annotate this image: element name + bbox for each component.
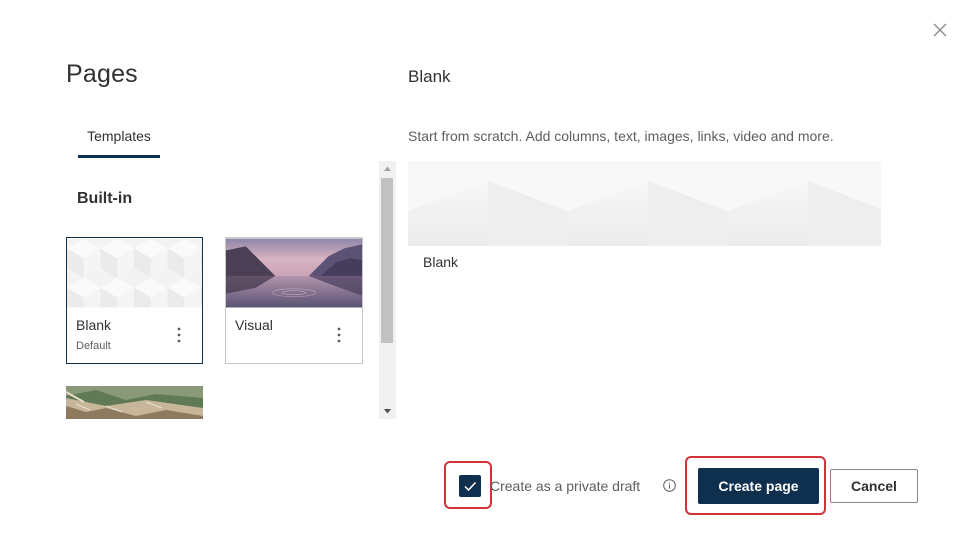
templates-scrollbar[interactable] (379, 161, 396, 419)
more-vertical-icon (177, 327, 181, 343)
tab-selected-indicator (78, 155, 160, 158)
template-thumbnail-third (66, 386, 203, 419)
section-heading: Built-in (77, 190, 133, 207)
template-card-third[interactable] (66, 386, 203, 419)
info-button[interactable] (663, 479, 676, 492)
caret-down-icon (384, 409, 391, 414)
template-title-visual: Visual (235, 317, 273, 333)
more-vertical-icon (337, 327, 341, 343)
template-card-blank[interactable]: Blank Default (66, 237, 203, 364)
preview-thumbnail (408, 161, 881, 246)
cancel-button[interactable]: Cancel (830, 469, 918, 503)
close-button[interactable] (928, 18, 952, 42)
create-page-button[interactable]: Create page (698, 468, 819, 504)
private-draft-label[interactable]: Create as a private draft (490, 478, 640, 494)
scroll-down-button[interactable] (379, 404, 396, 419)
more-options-button-visual[interactable] (332, 326, 346, 344)
caret-up-icon (384, 166, 391, 171)
template-card-visual[interactable]: Visual (225, 237, 363, 364)
private-draft-checkbox[interactable] (459, 475, 481, 497)
preview-title: Blank (408, 67, 451, 86)
more-options-button-blank[interactable] (172, 326, 186, 344)
tab-templates[interactable]: Templates (78, 122, 160, 158)
template-title-blank: Blank (76, 317, 112, 333)
close-icon (933, 23, 947, 37)
checkmark-icon (464, 481, 477, 492)
preview-description: Start from scratch. Add columns, text, i… (408, 128, 834, 144)
scrollbar-thumb[interactable] (381, 178, 393, 343)
info-icon (663, 479, 676, 492)
preview-label: Blank (423, 254, 459, 267)
preview-image: Blank (408, 161, 881, 267)
template-subtitle-blank: Default (76, 340, 111, 352)
scroll-up-button[interactable] (379, 161, 396, 176)
template-thumbnail-blank (67, 238, 202, 308)
preview-caption (415, 246, 876, 267)
dialog-title: Pages (66, 60, 138, 88)
tab-templates-label: Templates (87, 128, 151, 144)
template-thumbnail-visual (226, 238, 362, 308)
